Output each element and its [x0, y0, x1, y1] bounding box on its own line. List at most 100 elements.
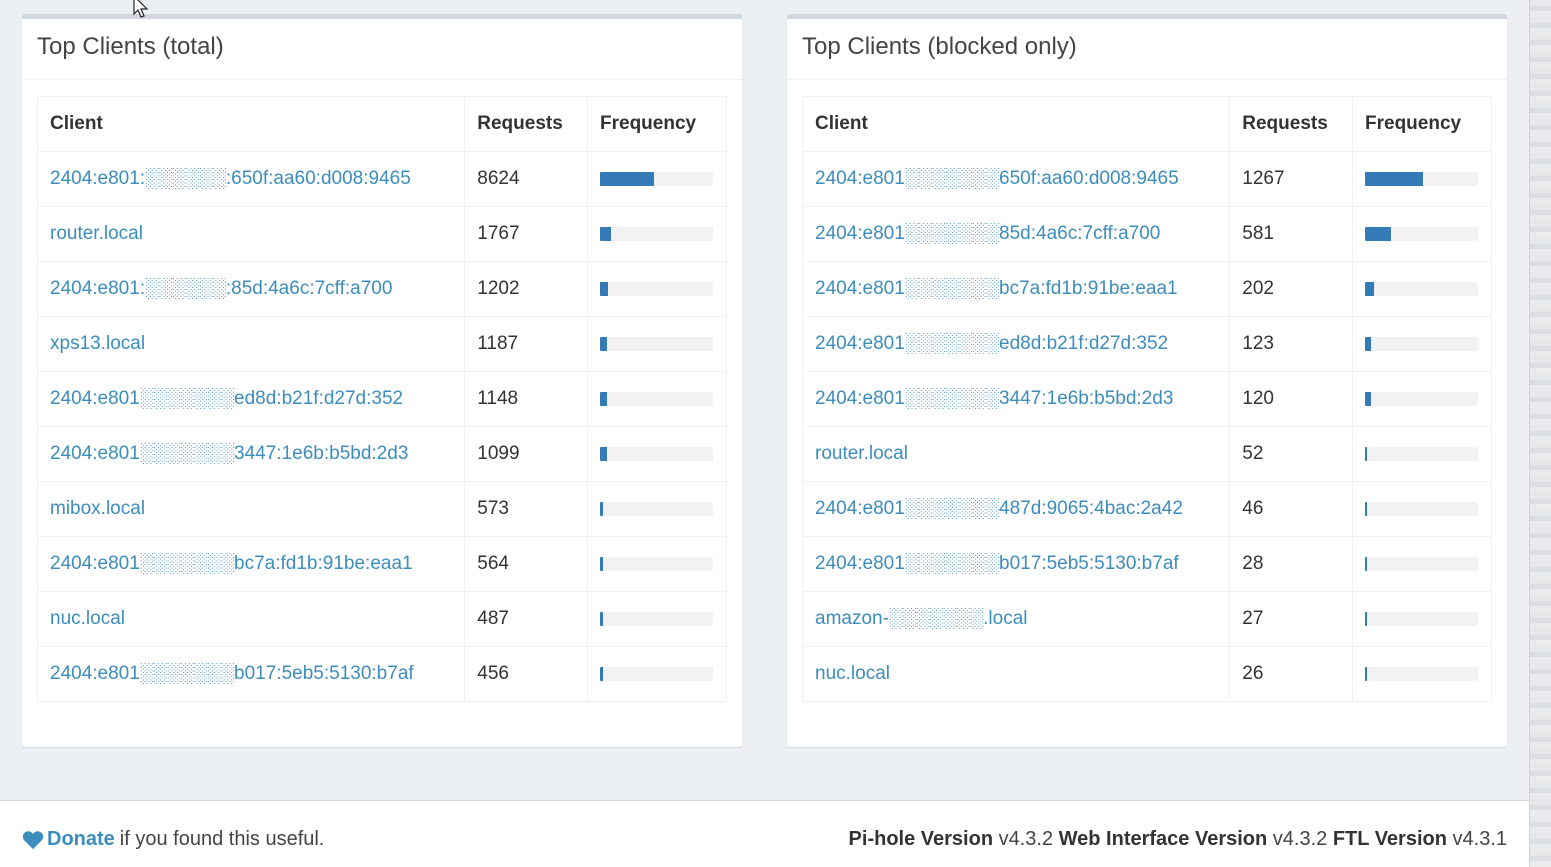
panel-body: Client Requests Frequency 2404:e801░░░░░… [787, 80, 1507, 702]
top-clients-total-table: Client Requests Frequency 2404:e801:░░░░… [36, 96, 727, 702]
table-row: 2404:e801░░░░░░░bc7a:fd1b:91be:eaa1 202 [801, 261, 1492, 317]
requests-cell: 28 [1229, 536, 1353, 592]
client-link[interactable]: router.local [815, 443, 908, 464]
client-cell: mibox.local [36, 481, 466, 537]
frequency-bar-fill [600, 172, 654, 186]
column-header-requests[interactable]: Requests [464, 96, 588, 152]
client-link[interactable]: mibox.local [50, 498, 145, 519]
requests-cell: 202 [1229, 261, 1353, 317]
requests-cell: 573 [464, 481, 588, 537]
frequency-cell [587, 536, 727, 592]
client-link[interactable]: 2404:e801░░░░░░░3447:1e6b:b5bd:2d3 [50, 443, 408, 464]
top-clients-total-panel: Top Clients (total) Client Requests Freq… [22, 14, 742, 747]
client-link[interactable]: router.local [50, 223, 143, 244]
panel-body: Client Requests Frequency 2404:e801:░░░░… [22, 80, 742, 702]
frequency-cell [1352, 426, 1492, 482]
column-header-client[interactable]: Client [801, 96, 1231, 152]
frequency-cell [1352, 536, 1492, 592]
table-row: amazon-░░░░░░░.local 27 [801, 591, 1492, 647]
page-footer: Donate if you found this useful. Pi-hole… [0, 800, 1529, 867]
requests-cell: 8624 [464, 151, 588, 207]
frequency-cell [1352, 591, 1492, 647]
frequency-bar [600, 227, 713, 241]
client-link[interactable]: amazon-░░░░░░░.local [815, 608, 1028, 629]
column-header-requests[interactable]: Requests [1229, 96, 1353, 152]
requests-cell: 487 [464, 591, 588, 647]
table-row: 2404:e801░░░░░░░b017:5eb5:5130:b7af 28 [801, 536, 1492, 592]
client-cell: nuc.local [36, 591, 466, 647]
client-link[interactable]: 2404:e801░░░░░░░85d:4a6c:7cff:a700 [815, 223, 1160, 244]
table-body: 2404:e801:░░░░░░:650f:aa60:d008:9465 8624… [36, 151, 727, 702]
column-header-frequency[interactable]: Frequency [587, 96, 727, 152]
client-link[interactable]: 2404:e801░░░░░░░bc7a:fd1b:91be:eaa1 [815, 278, 1178, 299]
heart-icon [22, 830, 44, 849]
column-header-client[interactable]: Client [36, 96, 466, 152]
client-cell: 2404:e801░░░░░░░650f:aa60:d008:9465 [801, 151, 1231, 207]
frequency-cell [1352, 371, 1492, 427]
table-row: 2404:e801░░░░░░░ed8d:b21f:d27d:352 1148 [36, 371, 727, 427]
panel-header: Top Clients (total) [22, 19, 742, 80]
requests-cell: 581 [1229, 206, 1353, 262]
table-row: mibox.local 573 [36, 481, 727, 537]
client-link[interactable]: 2404:e801:░░░░░░:650f:aa60:d008:9465 [50, 168, 411, 189]
frequency-cell [587, 151, 727, 207]
scrollbar[interactable] [1529, 0, 1551, 867]
client-link[interactable]: 2404:e801░░░░░░░ed8d:b21f:d27d:352 [815, 333, 1168, 354]
main-content: Top Clients (total) Client Requests Freq… [0, 0, 1529, 800]
client-link[interactable]: 2404:e801░░░░░░░3447:1e6b:b5bd:2d3 [815, 388, 1173, 409]
client-link[interactable]: 2404:e801░░░░░░░650f:aa60:d008:9465 [815, 168, 1179, 189]
frequency-cell [1352, 316, 1492, 372]
frequency-bar-fill [600, 392, 607, 406]
client-link[interactable]: 2404:e801░░░░░░░487d:9065:4bac:2a42 [815, 498, 1183, 519]
client-link[interactable]: nuc.local [815, 663, 890, 684]
frequency-bar-fill [1365, 612, 1367, 626]
column-header-frequency[interactable]: Frequency [1352, 96, 1492, 152]
client-link[interactable]: 2404:e801░░░░░░░bc7a:fd1b:91be:eaa1 [50, 553, 413, 574]
client-link[interactable]: 2404:e801░░░░░░░b017:5eb5:5130:b7af [50, 663, 414, 684]
client-link[interactable]: xps13.local [50, 333, 145, 354]
client-link[interactable]: 2404:e801░░░░░░░ed8d:b21f:d27d:352 [50, 388, 403, 409]
table-row: 2404:e801░░░░░░░3447:1e6b:b5bd:2d3 1099 [36, 426, 727, 482]
frequency-bar [600, 392, 713, 406]
frequency-bar-fill [1365, 502, 1367, 516]
table-row: nuc.local 487 [36, 591, 727, 647]
frequency-bar-fill [1365, 337, 1371, 351]
frequency-bar [600, 557, 713, 571]
panel-title: Top Clients (total) [37, 33, 224, 60]
frequency-bar [1365, 502, 1478, 516]
requests-cell: 27 [1229, 591, 1353, 647]
mouse-cursor-icon [133, 0, 149, 18]
table-row: 2404:e801░░░░░░░3447:1e6b:b5bd:2d3 120 [801, 371, 1492, 427]
client-link[interactable]: 2404:e801:░░░░░░:85d:4a6c:7cff:a700 [50, 278, 392, 299]
frequency-bar [1365, 337, 1478, 351]
client-cell: 2404:e801░░░░░░░b017:5eb5:5130:b7af [36, 646, 466, 702]
table-row: xps13.local 1187 [36, 316, 727, 372]
table-row: router.local 1767 [36, 206, 727, 262]
frequency-bar-fill [1365, 447, 1367, 461]
client-link[interactable]: nuc.local [50, 608, 125, 629]
frequency-cell [1352, 206, 1492, 262]
frequency-bar [600, 612, 713, 626]
frequency-bar [1365, 447, 1478, 461]
frequency-bar-fill [600, 447, 607, 461]
client-cell: xps13.local [36, 316, 466, 372]
donate-text: if you found this useful. [119, 828, 325, 850]
frequency-bar [1365, 667, 1478, 681]
frequency-cell [1352, 261, 1492, 317]
requests-cell: 1767 [464, 206, 588, 262]
pihole-version-label: Pi-hole Version [848, 828, 994, 850]
web-version-value: v4.3.2 [1272, 828, 1328, 850]
client-link[interactable]: 2404:e801░░░░░░░b017:5eb5:5130:b7af [815, 553, 1179, 574]
frequency-bar [1365, 172, 1478, 186]
donate-link[interactable]: Donate [47, 828, 115, 851]
client-cell: router.local [36, 206, 466, 262]
table-row: 2404:e801:░░░░░░:650f:aa60:d008:9465 8624 [36, 151, 727, 207]
client-cell: 2404:e801:░░░░░░:85d:4a6c:7cff:a700 [36, 261, 466, 317]
frequency-bar-fill [1365, 172, 1423, 186]
table-row: nuc.local 26 [801, 646, 1492, 702]
requests-cell: 26 [1229, 646, 1353, 702]
frequency-bar [600, 172, 713, 186]
client-cell: 2404:e801:░░░░░░:650f:aa60:d008:9465 [36, 151, 466, 207]
frequency-bar [1365, 282, 1478, 296]
frequency-cell [587, 371, 727, 427]
